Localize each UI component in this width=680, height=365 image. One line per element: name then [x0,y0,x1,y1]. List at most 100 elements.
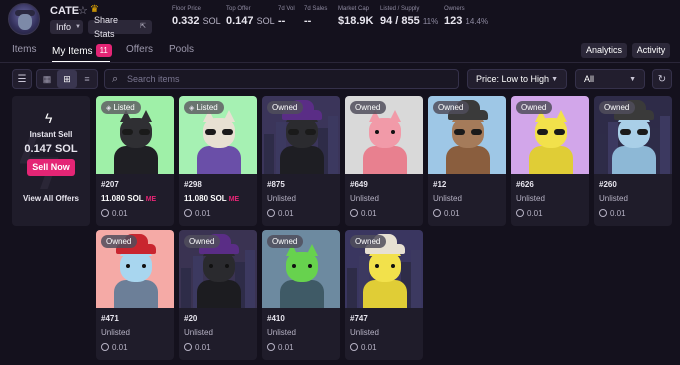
nft-card[interactable]: ◈ Listed #207 11.080 SOL ME 0.01 [96,96,174,226]
nft-best-offer: 0.01 [267,209,294,218]
offer-icon [101,343,109,351]
nft-listing-status-text: Unlisted [350,328,379,337]
nft-listing-status: Unlisted [267,328,296,337]
listed-supply-value: 94 / 855 [380,15,420,27]
sell-now-button[interactable]: Sell Now [27,159,75,176]
sales-7d-label: 7d Sales [304,6,328,12]
status-badge: Owned [516,101,553,114]
nft-card[interactable]: Owned #20 Unlisted 0.01 [179,230,257,360]
grid-large-view-button[interactable]: ▦ [37,70,57,88]
instant-sell-panel: ϟ ϟ Instant Sell 0.147 SOL Sell Now View… [12,96,90,226]
nft-number: #747 [350,314,368,323]
nft-card[interactable]: Owned #410 Unlisted 0.01 [262,230,340,360]
nft-listing-status-text: Unlisted [350,194,379,203]
status-badge-label: Owned [604,103,630,112]
market-cap-value: $18.9K [338,15,374,27]
nft-best-offer: 0.01 [433,209,460,218]
nft-listing-status: Unlisted [267,194,296,203]
grid-small-view-button[interactable]: ⊞ [57,70,77,88]
floor-price-label: Floor Price [172,6,202,12]
offer-icon [101,209,109,217]
sort-select[interactable]: Price: Low to High ▼ [467,69,567,89]
status-badge-label: Listed [113,103,135,112]
sales-7d-stat: 7d Sales -- [304,6,327,27]
nft-listing-status: Unlisted [350,194,379,203]
list-view-button[interactable]: ≡ [77,70,97,88]
offer-icon [184,209,192,217]
status-badge-label: Owned [272,103,298,112]
activity-button[interactable]: Activity [632,43,670,58]
nft-card[interactable]: ◈ Listed #298 11.080 SOL ME 0.01 [179,96,257,226]
nft-card[interactable]: Owned #747 Unlisted 0.01 [345,230,423,360]
top-offer-unit: SOL [256,16,275,26]
floor-price-stat: Floor Price 0.332 SOL [172,6,221,27]
status-badge-label: Owned [106,237,132,246]
nft-listing-status-text: Unlisted [267,328,296,337]
nft-number: #20 [184,314,198,323]
nft-card[interactable]: Owned #626 Unlisted 0.01 [511,96,589,226]
chevron-down-icon: ▼ [551,75,558,83]
tab-pools[interactable]: Pools [169,44,194,55]
filter-select[interactable]: All ▼ [575,69,645,89]
info-button[interactable]: Info ▼ [50,20,83,34]
collection-name: CATE [50,5,80,17]
collection-avatar [8,3,40,35]
status-badge: Owned [267,235,304,248]
offer-icon [599,209,607,217]
nft-best-offer: 0.01 [101,343,128,352]
nft-number: #410 [267,314,285,323]
nft-best-offer-value: 0.01 [278,209,294,218]
search-input[interactable] [127,72,447,86]
status-badge: Owned [433,101,470,114]
tab-items[interactable]: Items [12,44,36,55]
vol-7d-value: -- [278,15,286,27]
nft-best-offer: 0.01 [599,209,626,218]
vol-7d-stat: 7d Vol -- [278,6,295,27]
listed-supply-stat: Listed / Supply 94 / 855 11% [380,6,438,27]
owners-label: Owners [444,6,465,12]
nft-best-offer-value: 0.01 [195,209,211,218]
nft-card[interactable]: Owned #875 Unlisted 0.01 [262,96,340,226]
nft-card[interactable]: Owned #471 Unlisted 0.01 [96,230,174,360]
nft-number: #875 [267,180,285,189]
nft-number: #471 [101,314,119,323]
status-badge: ◈ Listed [101,101,141,114]
offer-icon [267,209,275,217]
analytics-button[interactable]: Analytics [581,43,627,58]
star-icon[interactable]: ☆ [78,4,88,17]
tab-offers[interactable]: Offers [126,44,153,55]
owners-stat: Owners 123 14.4% [444,6,488,27]
view-toggle-group: ▦ ⊞ ≡ [36,69,98,89]
collection-header: CATE ☆ ♛ Info ▼ Share Stats ⇱ Floor Pric… [0,0,680,39]
tag-icon: ◈ [106,105,112,112]
grid-small-icon: ⊞ [63,73,71,84]
nft-listing-status-text: 11.080 SOL [101,194,144,203]
refresh-button[interactable]: ↻ [652,69,672,89]
nft-best-offer-value: 0.01 [112,209,128,218]
nft-listing-status: Unlisted [516,194,545,203]
nft-listing-status-text: 11.080 SOL [184,194,227,203]
nft-best-offer-value: 0.01 [610,209,626,218]
instant-sell-price: 0.147 SOL [24,143,78,155]
top-offer-value: 0.147 [226,15,254,27]
tag-icon: ◈ [189,105,195,112]
owners-pct: 14.4% [465,17,489,26]
share-stats-button[interactable]: Share Stats ⇱ [88,15,152,39]
filter-button[interactable]: ☰ [12,69,32,89]
chevron-down-icon: ▼ [629,75,636,83]
nft-card[interactable]: Owned #260 Unlisted 0.01 [594,96,672,226]
nft-card[interactable]: Owned #12 Unlisted 0.01 [428,96,506,226]
list-icon: ≡ [84,74,90,84]
nft-best-offer: 0.01 [350,343,377,352]
bolt-icon: ϟ [45,110,53,126]
view-all-offers-link[interactable]: View All Offers [12,194,90,203]
tab-my-items[interactable]: My Items 11 [52,44,112,57]
filter-select-value: All [584,74,595,84]
nft-number: #12 [433,180,447,189]
nft-card[interactable]: Owned #649 Unlisted 0.01 [345,96,423,226]
status-badge: Owned [101,235,138,248]
search-box: ⌕ [104,69,459,89]
status-badge-label: Listed [196,103,218,112]
status-badge-label: Owned [355,237,381,246]
search-icon: ⌕ [112,73,119,85]
